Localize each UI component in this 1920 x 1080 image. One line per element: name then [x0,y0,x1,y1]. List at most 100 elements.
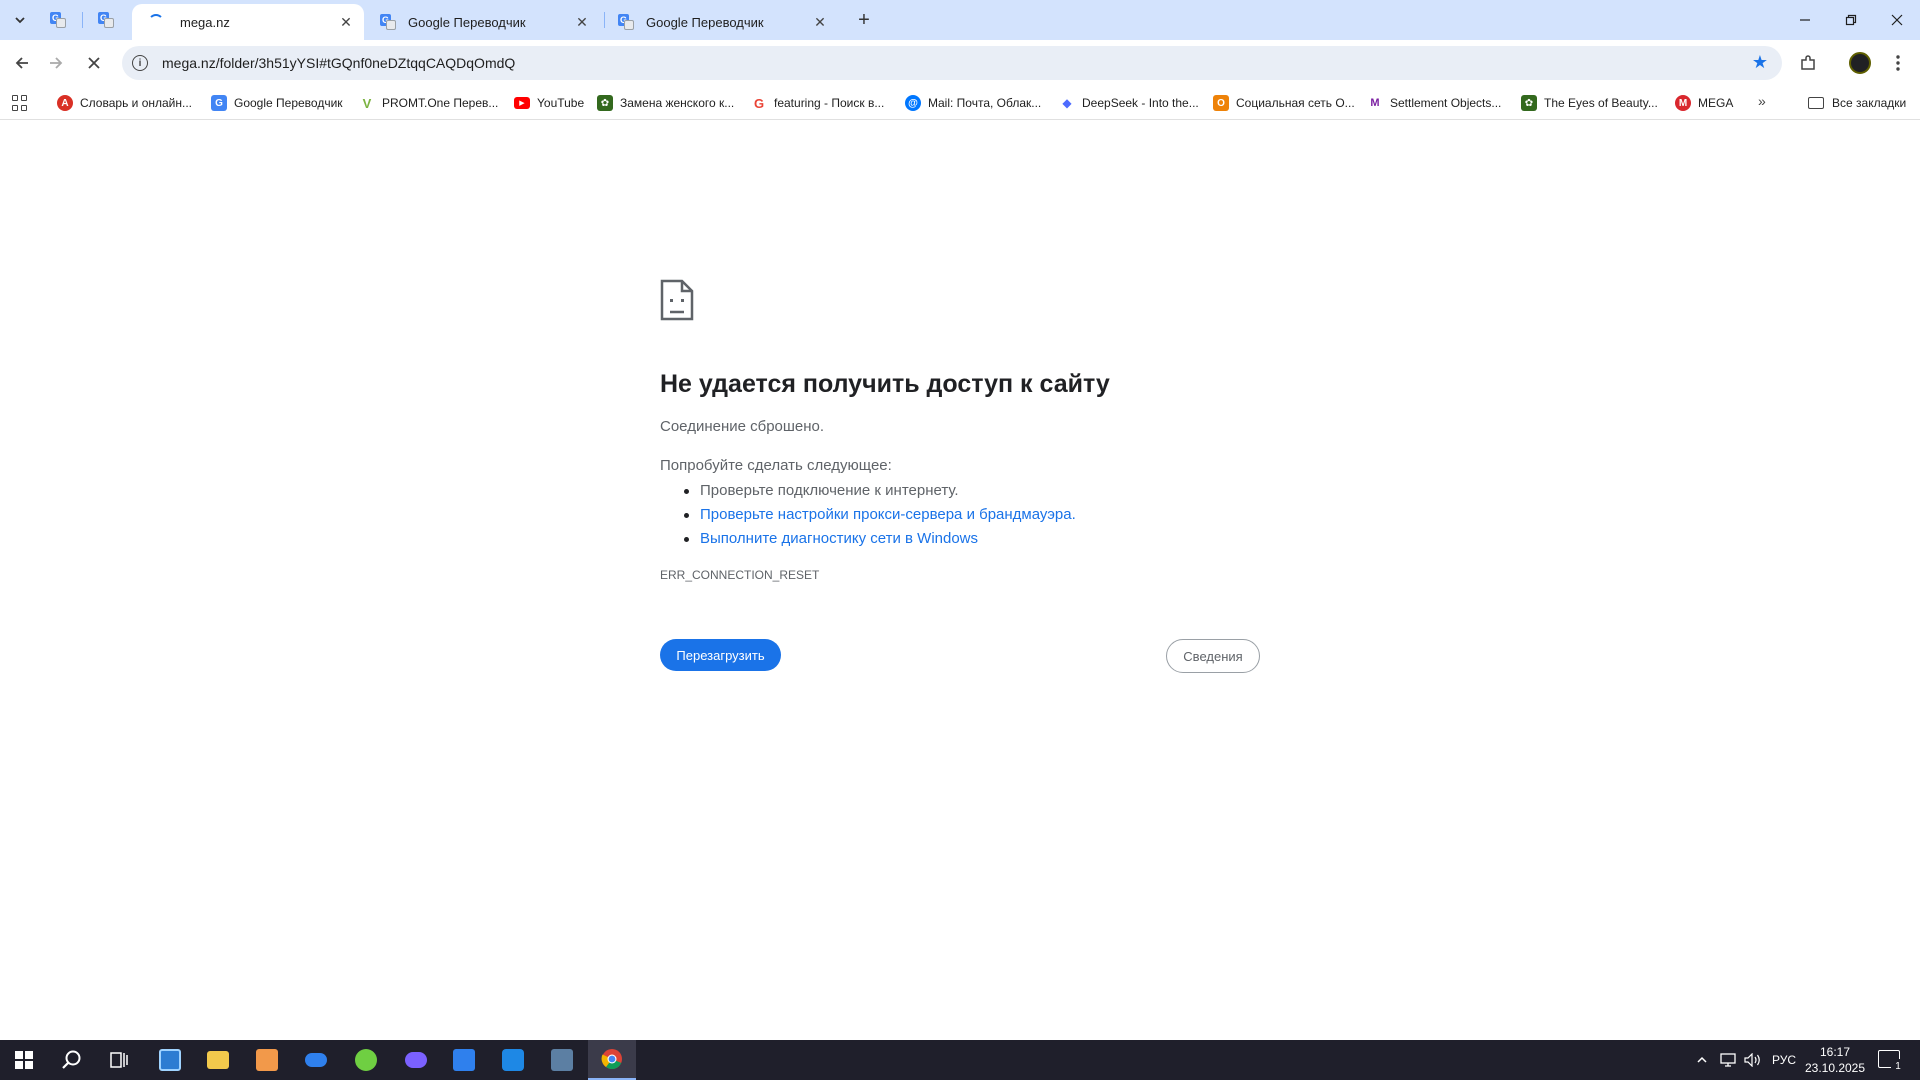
task-view-icon [110,1052,128,1068]
puzzle-icon [1801,55,1815,70]
bookmark-label: Замена женского к... [620,96,735,110]
bookmark-item[interactable]: ✿ Замена женского к... [597,93,734,113]
tab-separator [604,12,605,28]
tab-google-translate-a[interactable]: G Google Переводчик ✕ [368,4,600,40]
bookmark-item[interactable]: G featuring - Поиск в... [751,93,884,113]
mail-icon [502,1049,524,1071]
double-chevron-right-icon: » [1758,93,1766,109]
suggestion-proxy-firewall-link[interactable]: Проверьте настройки прокси-сервера и бра… [660,503,1076,527]
error-code: ERR_CONNECTION_RESET [660,568,820,582]
network-button[interactable] [1720,1040,1736,1080]
deepseek-icon: ◆ [1062,96,1072,110]
taskbar-app-store[interactable] [440,1040,488,1080]
bookmark-label: Социальная сеть О... [1236,96,1355,110]
tab-mega[interactable]: mega.nz ✕ [132,4,364,40]
notification-count-badge: 1 [1891,1059,1905,1073]
taskbar-app-control-panel[interactable] [146,1040,194,1080]
reload-button[interactable]: Перезагрузить [660,639,781,671]
bookmark-star-icon[interactable]: ★ [1752,52,1768,73]
chevron-down-icon [15,17,25,24]
notification-center-button[interactable]: 1 [1878,1050,1905,1073]
apps-grid-icon[interactable] [12,95,28,111]
loading-spinner-icon [148,14,164,30]
details-button[interactable]: Сведения [1166,639,1260,673]
close-icon[interactable]: ✕ [336,12,356,32]
taskbar-app-chrome[interactable] [588,1040,636,1080]
taskbar-app-games[interactable] [392,1040,440,1080]
address-bar[interactable]: i mega.nz/folder/3h51yYSI#tGQnf0neDZtqqC… [122,46,1782,80]
restore-button[interactable] [1828,0,1874,40]
forward-button[interactable] [42,49,70,77]
google-translate-icon: G [380,14,396,30]
bookmark-item[interactable]: ◆ DeepSeek - Into the... [1059,93,1198,113]
bookmark-label: Settlement Objects... [1390,96,1502,110]
plus-icon: + [858,8,870,31]
close-icon[interactable]: ✕ [572,12,592,32]
gamepad-icon [305,1053,327,1067]
flower-icon: ✿ [597,95,613,111]
mail-icon: @ [905,95,921,111]
network-icon [1720,1053,1736,1067]
taskbar-app-mail[interactable] [489,1040,537,1080]
language-indicator[interactable]: РУС [1772,1040,1796,1080]
google-translate-icon: G [98,12,114,28]
bookmark-label: YouTube [537,96,585,110]
bookmark-item[interactable]: M Settlement Objects... [1367,93,1501,113]
taskbar-app-archiver[interactable] [243,1040,291,1080]
task-view-button[interactable] [96,1040,144,1080]
taskbar-app-explorer[interactable] [194,1040,242,1080]
sad-document-icon [660,279,694,321]
bookmark-item[interactable]: G Google Переводчик [211,93,343,113]
taskbar-app-settings[interactable] [538,1040,586,1080]
bookmark-item[interactable]: ✿ The Eyes of Beauty... [1521,93,1658,113]
tab-google-translate-b[interactable]: G Google Переводчик ✕ [606,4,838,40]
stop-loading-button[interactable] [80,49,108,77]
suggestion-check-connection: Проверьте подключение к интернету. [660,479,1076,503]
store-icon [453,1049,475,1071]
tab-strip: G G mega.nz ✕ G Google Переводчик ✕ G Go… [0,0,1920,40]
pinned-tab-google-translate-2[interactable]: G [86,6,126,34]
close-icon [1891,14,1903,26]
new-tab-button[interactable]: + [850,8,878,32]
archive-icon [256,1049,278,1071]
tab-title: Google Переводчик [646,14,764,30]
menu-button[interactable] [1884,49,1912,77]
start-button[interactable] [0,1040,48,1080]
speaker-icon [1744,1053,1760,1067]
tray-overflow-button[interactable] [1696,1040,1708,1080]
site-info-icon[interactable]: i [132,55,148,71]
extensions-button[interactable] [1794,49,1822,77]
bookmark-item[interactable]: ▶ YouTube [514,93,584,113]
bookmark-item[interactable]: A Словарь и онлайн... [57,93,192,113]
close-icon[interactable]: ✕ [810,12,830,32]
gm-icon: M [1370,97,1380,109]
tab-title: mega.nz [180,14,230,30]
suggestion-network-diagnostics-link[interactable]: Выполните диагностику сети в Windows [660,527,1076,551]
minimize-button[interactable] [1782,0,1828,40]
bookmark-label: featuring - Поиск в... [774,96,885,110]
tab-search-button[interactable] [6,8,34,32]
taskbar-app-game[interactable] [292,1040,340,1080]
windows-taskbar: РУС 16:17 23.10.2025 1 [0,1040,1920,1080]
bookmark-item[interactable]: M MEGA [1675,93,1733,113]
bookmarks-overflow-button[interactable]: » [1758,93,1766,109]
suggestions-list: Проверьте подключение к интернету. Прове… [660,479,1076,551]
flower-icon: ✿ [1521,95,1537,111]
control-panel-icon [159,1049,181,1071]
taskbar-app-utorrent[interactable] [342,1040,390,1080]
url-text[interactable]: mega.nz/folder/3h51yYSI#tGQnf0neDZtqqCAQ… [162,55,515,71]
all-bookmarks-button[interactable]: Все закладки [1808,93,1906,113]
back-button[interactable] [8,49,36,77]
browser-toolbar: i mega.nz/folder/3h51yYSI#tGQnf0neDZtqqC… [0,40,1920,86]
bookmark-item[interactable]: O Социальная сеть О... [1213,93,1355,113]
volume-button[interactable] [1744,1040,1762,1080]
pinned-tab-google-translate-1[interactable]: G [38,6,78,34]
bookmark-item[interactable]: V PROMT.One Перев... [359,93,499,113]
bookmark-label: PROMT.One Перев... [382,96,499,110]
search-button[interactable] [48,1040,96,1080]
bookmark-item[interactable]: @ Mail: Почта, Облак... [905,93,1041,113]
profile-button[interactable] [1846,49,1874,77]
system-clock[interactable]: 16:17 23.10.2025 [1800,1044,1870,1076]
close-window-button[interactable] [1874,0,1920,40]
bookmark-label: Mail: Почта, Облак... [928,96,1042,110]
